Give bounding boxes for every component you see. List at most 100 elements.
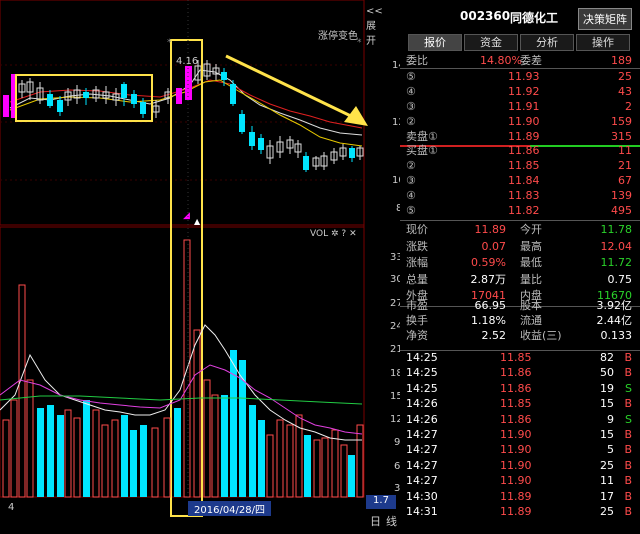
ask-price: 11.91 xyxy=(508,100,540,113)
help-icon[interactable]: ? xyxy=(341,229,346,239)
stat-label: 最低 xyxy=(520,256,542,269)
fund-label: 流通 xyxy=(520,314,542,327)
tick-side: B xyxy=(624,505,632,518)
kline-chart-area[interactable]: * * ◢ ▲ <<展开 涨停变色 4.16 VOL ✲ ? ✕ xyxy=(0,0,383,530)
bid-level-label: 买盘① xyxy=(406,144,438,157)
ask-volume: 159 xyxy=(611,115,632,128)
ask-level-label: ④ xyxy=(406,85,416,98)
stat-label: 总量 xyxy=(406,272,428,286)
quote-stat-row: 涨幅 0.59% 最低 11.72 xyxy=(400,255,640,271)
tick-side: B xyxy=(624,366,632,380)
tick-volume: 25 xyxy=(600,505,614,518)
quote-stat-row: 现价 11.89 今开 11.78 xyxy=(400,222,640,238)
quote-stat-row: 总量 2.87万 量比 0.75 xyxy=(400,272,640,288)
tick-price: 11.86 xyxy=(500,412,532,426)
stat-value: 11.72 xyxy=(600,256,633,269)
period-day-button[interactable]: 日 xyxy=(370,513,381,529)
bid-volume: 139 xyxy=(611,189,632,202)
tick-price: 11.86 xyxy=(500,366,532,380)
price-frame xyxy=(0,0,365,226)
tick-side: B xyxy=(624,474,632,488)
close-icon[interactable]: ✕ xyxy=(349,229,357,239)
quote-tabs: 报价 资金 分析 操作 xyxy=(408,34,630,51)
tab-trade[interactable]: 操作 xyxy=(576,34,630,51)
bid-price: 11.85 xyxy=(508,159,540,172)
tick-time: 14:26 xyxy=(406,397,438,411)
stat-label: 现价 xyxy=(406,223,428,236)
ask-level-row: ④ 11.92 43 xyxy=(400,84,640,99)
ask-price: 11.90 xyxy=(508,115,540,128)
tick-time: 14:25 xyxy=(406,351,438,364)
decision-matrix-button[interactable]: 决策矩阵 xyxy=(578,8,632,30)
ask-price: 11.92 xyxy=(508,85,540,98)
ask-level-row: 卖盘① 11.89 315 xyxy=(400,129,640,144)
tab-quote[interactable]: 报价 xyxy=(408,34,462,51)
tick-price: 11.86 xyxy=(500,381,532,395)
vol-header: VOL ✲ ? ✕ xyxy=(310,229,357,239)
bid-level-label: ④ xyxy=(406,189,416,202)
bid-volume: 67 xyxy=(618,174,632,187)
ask-volume: 315 xyxy=(611,130,632,143)
stat-value: 0.75 xyxy=(607,272,633,286)
quote-stat-row: 涨跌 0.07 最高 12.04 xyxy=(400,239,640,255)
tab-analysis[interactable]: 分析 xyxy=(520,34,574,51)
weibi-row: 委比 14.80% 委差 189 xyxy=(400,52,640,69)
time-axis-bar: 4 2016/04/28/四 1.7 日 线 xyxy=(0,495,400,530)
trade-tick-row: 14:27 11.90 15 B xyxy=(400,427,640,442)
tick-volume: 25 xyxy=(600,458,614,472)
vol-value-badge: 1.7 xyxy=(366,495,396,509)
tab-funds[interactable]: 资金 xyxy=(464,34,518,51)
stat-label: 涨跌 xyxy=(406,239,428,253)
tick-side: B xyxy=(624,428,632,441)
fund-value: 2.52 xyxy=(481,329,507,342)
date-cursor-label: 2016/04/28/四 xyxy=(188,501,272,516)
tick-price: 11.89 xyxy=(500,489,532,503)
tick-price: 11.89 xyxy=(500,505,532,518)
fund-value: 3.92亿 xyxy=(596,299,633,312)
tick-side: B xyxy=(624,489,632,503)
period-line-label[interactable]: 线 xyxy=(386,513,397,529)
bid-price: 11.84 xyxy=(508,174,540,187)
bid-level-label: ⑤ xyxy=(406,204,416,217)
trade-tick-row: 14:25 11.86 50 B xyxy=(400,365,640,380)
fund-label: 收益(三) xyxy=(520,329,562,342)
fund-value: 0.133 xyxy=(600,329,633,342)
bid-level-label: ③ xyxy=(406,174,416,187)
tick-time: 14:30 xyxy=(406,489,438,503)
tick-volume: 9 xyxy=(607,412,614,426)
bid-volume: 21 xyxy=(618,159,632,172)
fund-value: 1.18% xyxy=(471,314,506,327)
stock-name: 同德化工 xyxy=(510,11,559,25)
stat-value: 0.59% xyxy=(471,256,506,269)
tick-volume: 19 xyxy=(600,381,614,395)
stat-label: 量比 xyxy=(520,272,542,286)
expand-button[interactable]: <<展开 xyxy=(366,6,383,47)
vol-label: VOL xyxy=(310,229,329,239)
fund-value: 66.95 xyxy=(474,299,507,312)
bid-level-row: ⑤ 11.82 495 xyxy=(400,203,640,218)
bid-volume: 11 xyxy=(618,144,632,157)
ask-price: 11.93 xyxy=(508,70,540,83)
tick-side: S xyxy=(625,381,632,395)
fundamental-row: 净资 2.52 收益(三) 0.133 xyxy=(400,328,640,343)
tick-time: 14:27 xyxy=(406,474,438,488)
bid-level-label: ② xyxy=(406,159,416,172)
tick-volume: 11 xyxy=(600,474,614,488)
settings-icon[interactable]: ✲ xyxy=(331,229,339,239)
bid-level-row: 买盘① 11.86 11 xyxy=(400,143,640,158)
limit-up-color-label[interactable]: 涨停变色 xyxy=(318,27,358,42)
svg-text:*: * xyxy=(167,38,172,48)
tick-time: 14:27 xyxy=(406,458,438,472)
tick-price: 11.90 xyxy=(500,474,532,488)
scroll-left-marker[interactable]: 4 xyxy=(8,502,14,513)
tick-time: 14:25 xyxy=(406,381,438,395)
stock-code: 002360 xyxy=(460,9,511,23)
stat-value: 2.87万 xyxy=(470,272,507,286)
tick-time: 14:27 xyxy=(406,428,438,441)
trade-tick-row: 14:27 11.90 11 B xyxy=(400,473,640,488)
kline-svg: * * ◢ ▲ xyxy=(0,0,368,517)
ask-volume: 25 xyxy=(618,70,632,83)
quote-panel: 002360 同德化工 决策矩阵 报价 资金 分析 操作 委比 14.80% 委… xyxy=(400,0,640,530)
bid-level-row: ③ 11.84 67 xyxy=(400,173,640,188)
stat-label: 最高 xyxy=(520,239,542,253)
